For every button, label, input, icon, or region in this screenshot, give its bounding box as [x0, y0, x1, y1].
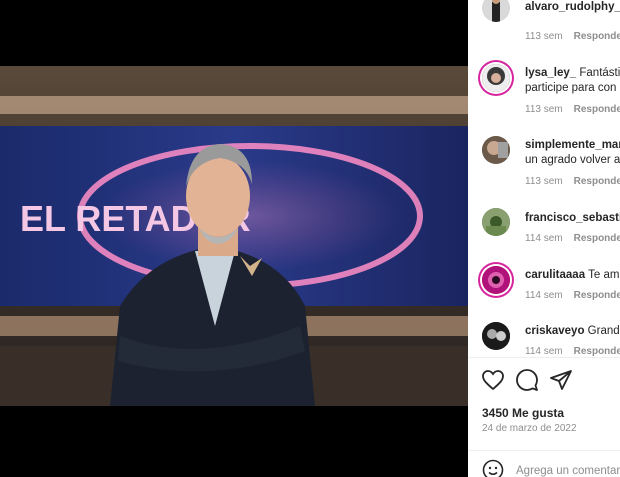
comment-time: 113 sem [525, 104, 563, 115]
heart-icon[interactable] [481, 368, 505, 392]
post-image: EL RETADOR [0, 66, 468, 406]
emoji-icon[interactable] [482, 459, 504, 477]
post-photo[interactable]: EL RETADOR [0, 66, 468, 406]
post-date: 24 de marzo de 2022 [482, 423, 577, 434]
comment-username[interactable]: criskaveyo [525, 325, 584, 337]
comment-time: 114 sem [525, 290, 563, 301]
comment-time: 113 sem [525, 31, 563, 42]
add-comment-row: Agrega un comentario [468, 450, 620, 477]
add-comment-input[interactable]: Agrega un comentario [516, 465, 620, 477]
comments-panel: alvaro_rudolphy_c 113 sem Responder lysa_… [468, 0, 620, 477]
comment-text: Fantástic [579, 67, 620, 79]
comment-text: Te am [588, 269, 620, 281]
avatar[interactable] [482, 136, 510, 164]
comment-username[interactable]: alvaro_rudolphy_c [525, 1, 620, 13]
comment-username[interactable]: carulitaaaa [525, 269, 585, 281]
share-icon[interactable] [549, 368, 573, 392]
avatar[interactable] [482, 266, 510, 294]
comment-text: participe para con [525, 82, 617, 94]
reply-button[interactable]: Responder [574, 233, 620, 244]
comment-time: 114 sem [525, 233, 563, 244]
reply-button[interactable]: Responder [574, 31, 620, 42]
avatar[interactable] [482, 64, 510, 92]
post-actions: 3450 Me gusta 24 de marzo de 2022 Agrega… [468, 357, 620, 477]
avatar[interactable] [482, 0, 510, 22]
comment-icon[interactable] [515, 368, 539, 392]
comment-text: Grande [587, 325, 620, 337]
comment-username[interactable]: lysa_ley_ [525, 67, 576, 79]
reply-button[interactable]: Responder [574, 346, 620, 357]
comment-time: 114 sem [525, 346, 563, 357]
comment-text: un agrado volver a [525, 154, 620, 166]
comment-time: 113 sem [525, 176, 563, 187]
avatar[interactable] [482, 208, 510, 236]
comment-username[interactable]: francisco_sebastia [525, 212, 620, 224]
comment-username[interactable]: simplemente_mar [525, 139, 620, 151]
reply-button[interactable]: Responder [574, 104, 620, 115]
post-media: EL RETADOR [0, 0, 468, 477]
likes-count[interactable]: 3450 Me gusta [482, 406, 564, 420]
reply-button[interactable]: Responder [574, 176, 620, 187]
reply-button[interactable]: Responder [574, 290, 620, 301]
avatar[interactable] [482, 322, 510, 350]
